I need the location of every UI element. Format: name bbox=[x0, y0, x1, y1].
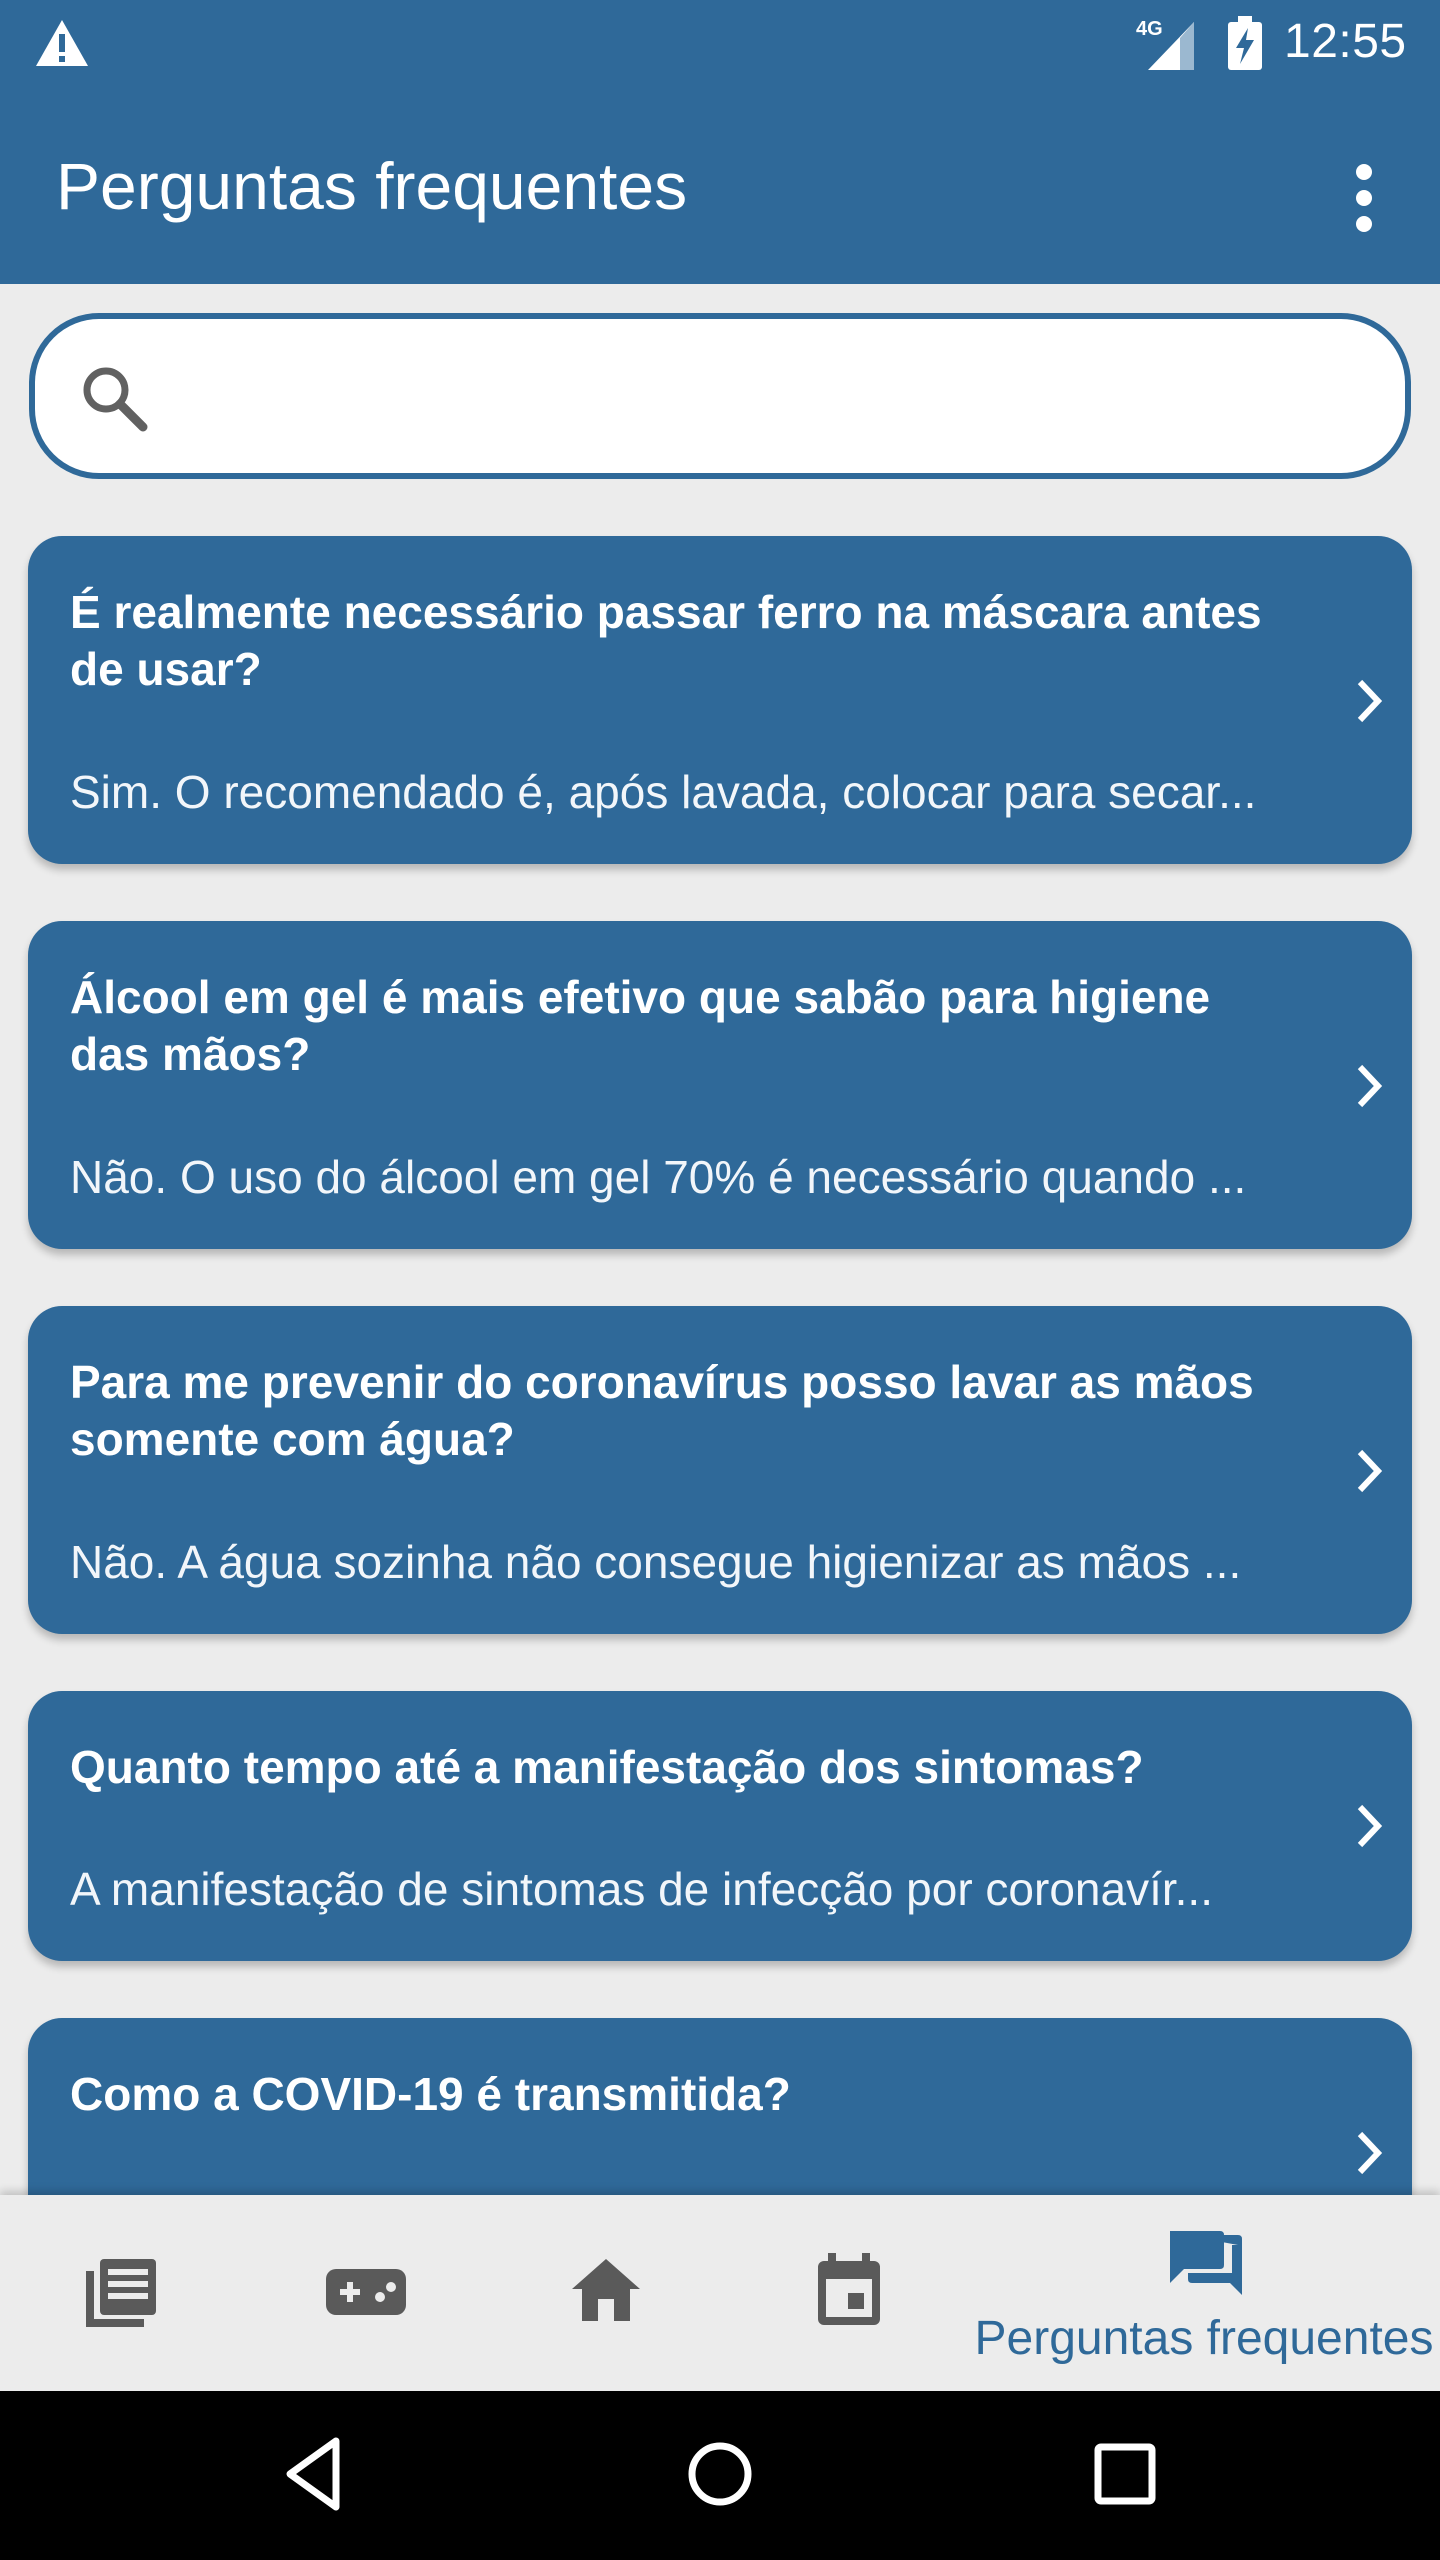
back-icon[interactable] bbox=[270, 2429, 360, 2519]
chevron-right-icon bbox=[1357, 2131, 1383, 2175]
gamepad-icon bbox=[326, 2269, 406, 2315]
chevron-right-icon bbox=[1357, 1449, 1383, 1493]
home-button-icon[interactable] bbox=[675, 2429, 765, 2519]
nav-item-faq-label: Perguntas frequentes bbox=[974, 2312, 1434, 2365]
faq-answer: A manifestação de sintomas de infecção p… bbox=[70, 1863, 1213, 1915]
clock: 12:55 bbox=[1284, 15, 1407, 68]
faq-question: Para me prevenir do coronavírus posso la… bbox=[70, 1356, 1254, 1465]
chevron-right-icon bbox=[1357, 1804, 1383, 1848]
faq-card[interactable]: Álcool em gel é mais efetivo que sabão p… bbox=[28, 921, 1412, 1249]
faq-answer: Não. O uso do álcool em gel 70% é necess… bbox=[70, 1151, 1247, 1203]
chevron-right-icon bbox=[1357, 1064, 1383, 1108]
more-vert-icon[interactable] bbox=[1334, 154, 1394, 238]
forum-icon bbox=[1170, 2231, 1242, 2295]
status-bar: 4G 12:55 bbox=[0, 0, 1440, 88]
warning-icon bbox=[36, 20, 88, 66]
faq-question: É realmente necessário passar ferro na m… bbox=[70, 586, 1262, 695]
faq-question: Como a COVID-19 é transmitida? bbox=[70, 2068, 791, 2120]
bottom-navigation: Perguntas frequentes bbox=[0, 2195, 1440, 2391]
system-navigation-bar bbox=[0, 2391, 1440, 2560]
screen: 4G 12:55 Perguntas frequentes É realment… bbox=[0, 0, 1440, 2560]
nav-item-home[interactable] bbox=[484, 2195, 726, 2391]
recents-icon[interactable] bbox=[1080, 2429, 1170, 2519]
network-signal-icon: 4G bbox=[1136, 16, 1202, 72]
chevron-right-icon bbox=[1357, 679, 1383, 723]
calendar-icon bbox=[818, 2253, 880, 2325]
nav-item-faq[interactable]: Perguntas frequentes bbox=[968, 2195, 1440, 2391]
faq-answer: Não. A água sozinha não consegue higieni… bbox=[70, 1536, 1242, 1588]
faq-card[interactable]: Quanto tempo até a manifestação dos sint… bbox=[28, 1691, 1412, 1961]
battery-charging-icon bbox=[1228, 16, 1262, 70]
nav-item-calendar[interactable] bbox=[726, 2195, 968, 2391]
app-bar: Perguntas frequentes bbox=[0, 88, 1440, 284]
faq-question: Álcool em gel é mais efetivo que sabão p… bbox=[70, 971, 1211, 1080]
faq-answer: Sim. O recomendado é, após lavada, coloc… bbox=[70, 766, 1257, 818]
faq-card[interactable]: Para me prevenir do coronavírus posso la… bbox=[28, 1306, 1412, 1634]
search-icon bbox=[83, 367, 148, 432]
home-icon bbox=[572, 2259, 640, 2321]
faq-question: Quanto tempo até a manifestação dos sint… bbox=[70, 1741, 1144, 1793]
nav-item-news[interactable] bbox=[0, 2195, 242, 2391]
search-bar[interactable] bbox=[29, 313, 1411, 479]
nav-item-games[interactable] bbox=[242, 2195, 484, 2391]
page-title: Perguntas frequentes bbox=[56, 149, 688, 223]
faq-card[interactable]: É realmente necessário passar ferro na m… bbox=[28, 536, 1412, 864]
search-input[interactable] bbox=[175, 349, 1355, 443]
news-icon bbox=[86, 2259, 156, 2327]
